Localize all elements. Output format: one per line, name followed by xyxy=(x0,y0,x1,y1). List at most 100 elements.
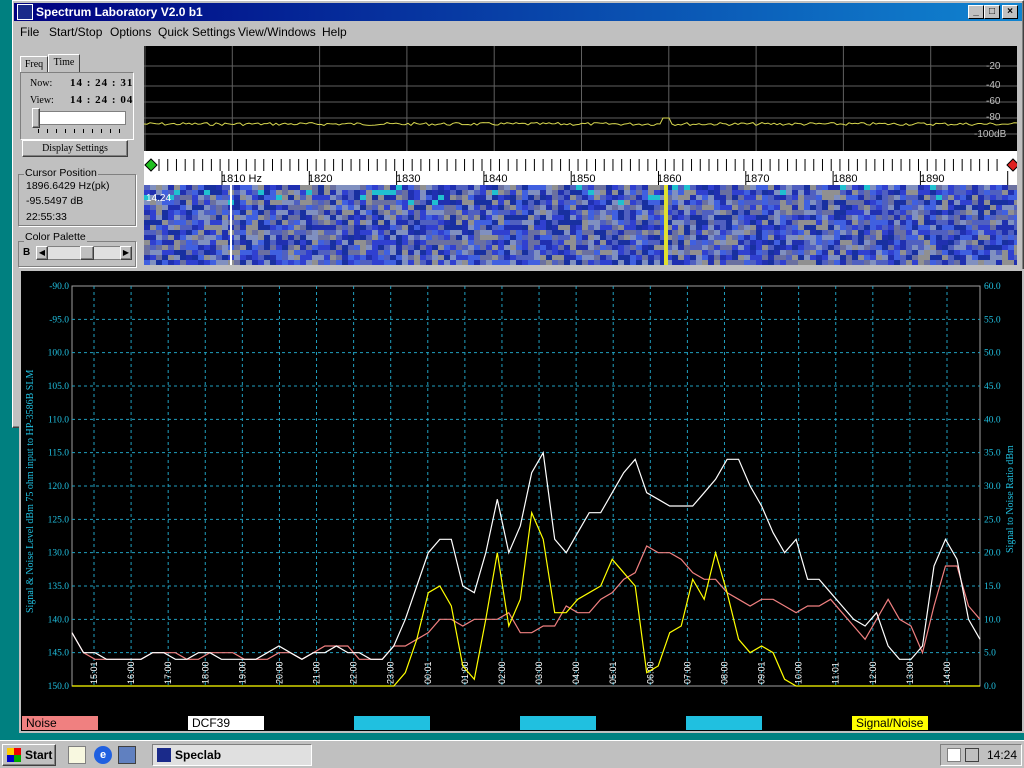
waterfall-cell xyxy=(966,190,972,195)
start-button[interactable]: Start xyxy=(2,744,56,766)
waterfall-cell xyxy=(246,250,252,255)
menu-view-windows[interactable]: View/Windows xyxy=(238,22,316,42)
waterfall-cell xyxy=(528,200,534,205)
waterfall-cell xyxy=(780,240,786,245)
y2-tick-label: 20.0 xyxy=(984,549,1001,559)
legend-dcf39[interactable]: DCF39 xyxy=(188,716,264,730)
waterfall-cell xyxy=(972,235,978,240)
waterfall-cell xyxy=(972,255,978,260)
legend-channel-5[interactable] xyxy=(686,716,762,730)
waterfall-cell xyxy=(258,210,264,215)
waterfall-cell xyxy=(846,250,852,255)
waterfall-cell xyxy=(618,240,624,245)
waterfall-cell xyxy=(312,235,318,240)
menu-help[interactable]: Help xyxy=(322,22,347,42)
legend-signal-noise[interactable]: Signal/Noise xyxy=(852,716,928,730)
close-button[interactable]: × xyxy=(1002,5,1018,19)
task-speclab[interactable]: Speclab xyxy=(152,744,312,766)
freq-label: 1860 xyxy=(657,173,681,185)
waterfall-cell xyxy=(930,260,936,265)
waterfall-cell xyxy=(198,260,204,265)
waterfall-cell xyxy=(186,220,192,225)
palette-slider-thumb[interactable] xyxy=(80,246,94,260)
menu-options[interactable]: Options xyxy=(110,22,151,42)
tray-speaker-icon[interactable] xyxy=(947,748,961,762)
waterfall-cell xyxy=(618,190,624,195)
waterfall-cell xyxy=(240,225,246,230)
menu-quick-settings[interactable]: Quick Settings xyxy=(158,22,235,42)
maximize-button[interactable]: □ xyxy=(984,5,1000,19)
waterfall-cell xyxy=(840,190,846,195)
waterfall-cell xyxy=(606,195,612,200)
waterfall-cell xyxy=(810,255,816,260)
quicklaunch-ie-icon[interactable]: e xyxy=(94,746,112,764)
waterfall-cell xyxy=(522,205,528,210)
waterfall-cell xyxy=(852,260,858,265)
waterfall-cell xyxy=(690,215,696,220)
waterfall-cell xyxy=(282,235,288,240)
y-tick-label: 115.0 xyxy=(48,449,69,459)
waterfall-cell xyxy=(258,215,264,220)
tab-time[interactable]: Time xyxy=(48,54,80,73)
waterfall-cell xyxy=(252,190,258,195)
waterfall-cell xyxy=(216,210,222,215)
app-icon[interactable] xyxy=(17,4,33,20)
quicklaunch-channels-icon[interactable] xyxy=(118,746,136,764)
waterfall-cell xyxy=(696,200,702,205)
palette-left-arrow[interactable]: ◀ xyxy=(36,246,48,260)
waterfall-cell xyxy=(468,260,474,265)
waterfall-cell xyxy=(576,230,582,235)
waterfall-cell xyxy=(804,220,810,225)
menu-file[interactable]: File xyxy=(20,22,39,42)
palette-right-arrow[interactable]: ▶ xyxy=(120,246,132,260)
waterfall-cell xyxy=(864,225,870,230)
waterfall-cell xyxy=(144,220,150,225)
frequency-scale[interactable]: 1810 Hz 1820 1830 1840 1850 1860 1870 18… xyxy=(144,151,1020,185)
title-bar[interactable]: Spectrum Laboratory V2.0 b1 _ □ × xyxy=(14,3,1022,21)
long-term-plot[interactable]: -90.0-95.0100.0105.0110.0115.0120.0125.0… xyxy=(21,271,1022,731)
waterfall-cell xyxy=(804,215,810,220)
waterfall-display[interactable]: 14.24 xyxy=(144,185,1017,265)
waterfall-cell xyxy=(630,255,636,260)
waterfall-cell xyxy=(714,240,720,245)
tray-volume-icon[interactable] xyxy=(965,748,979,762)
waterfall-cell xyxy=(732,190,738,195)
waterfall-cell xyxy=(462,205,468,210)
display-settings-button[interactable]: Display Settings xyxy=(22,140,128,157)
waterfall-cell xyxy=(726,255,732,260)
waterfall-cell xyxy=(468,190,474,195)
waterfall-cell xyxy=(198,220,204,225)
waterfall-cell xyxy=(456,215,462,220)
spectrum-display[interactable]: -20 -40 -60 -80 -100dB xyxy=(143,46,1019,151)
waterfall-cell xyxy=(222,245,228,250)
waterfall-cell xyxy=(372,190,378,195)
waterfall-cell xyxy=(576,200,582,205)
waterfall-cell xyxy=(456,250,462,255)
legend-noise[interactable]: Noise xyxy=(22,716,98,730)
waterfall-cell xyxy=(402,260,408,265)
waterfall-cell xyxy=(882,255,888,260)
waterfall-cell xyxy=(648,185,654,190)
waterfall-cell xyxy=(450,240,456,245)
tab-freq[interactable]: Freq xyxy=(20,56,48,73)
time-slider-thumb[interactable] xyxy=(32,108,40,128)
waterfall-cell xyxy=(720,255,726,260)
waterfall-cell xyxy=(384,240,390,245)
waterfall-cell xyxy=(654,255,660,260)
waterfall-cell xyxy=(252,260,258,265)
waterfall-cell xyxy=(438,250,444,255)
waterfall-cell xyxy=(606,260,612,265)
minimize-button[interactable]: _ xyxy=(968,5,984,19)
quicklaunch-desktop-icon[interactable] xyxy=(68,746,86,764)
waterfall-cell xyxy=(450,190,456,195)
legend-channel-4[interactable] xyxy=(520,716,596,730)
menu-start-stop[interactable]: Start/Stop xyxy=(49,22,102,42)
legend-channel-3[interactable] xyxy=(354,716,430,730)
waterfall-cell xyxy=(246,195,252,200)
waterfall-cell xyxy=(510,235,516,240)
waterfall-cell xyxy=(930,215,936,220)
time-slider-track[interactable] xyxy=(32,111,126,125)
waterfall-cell xyxy=(372,210,378,215)
waterfall-cell xyxy=(564,220,570,225)
waterfall-cell xyxy=(174,220,180,225)
